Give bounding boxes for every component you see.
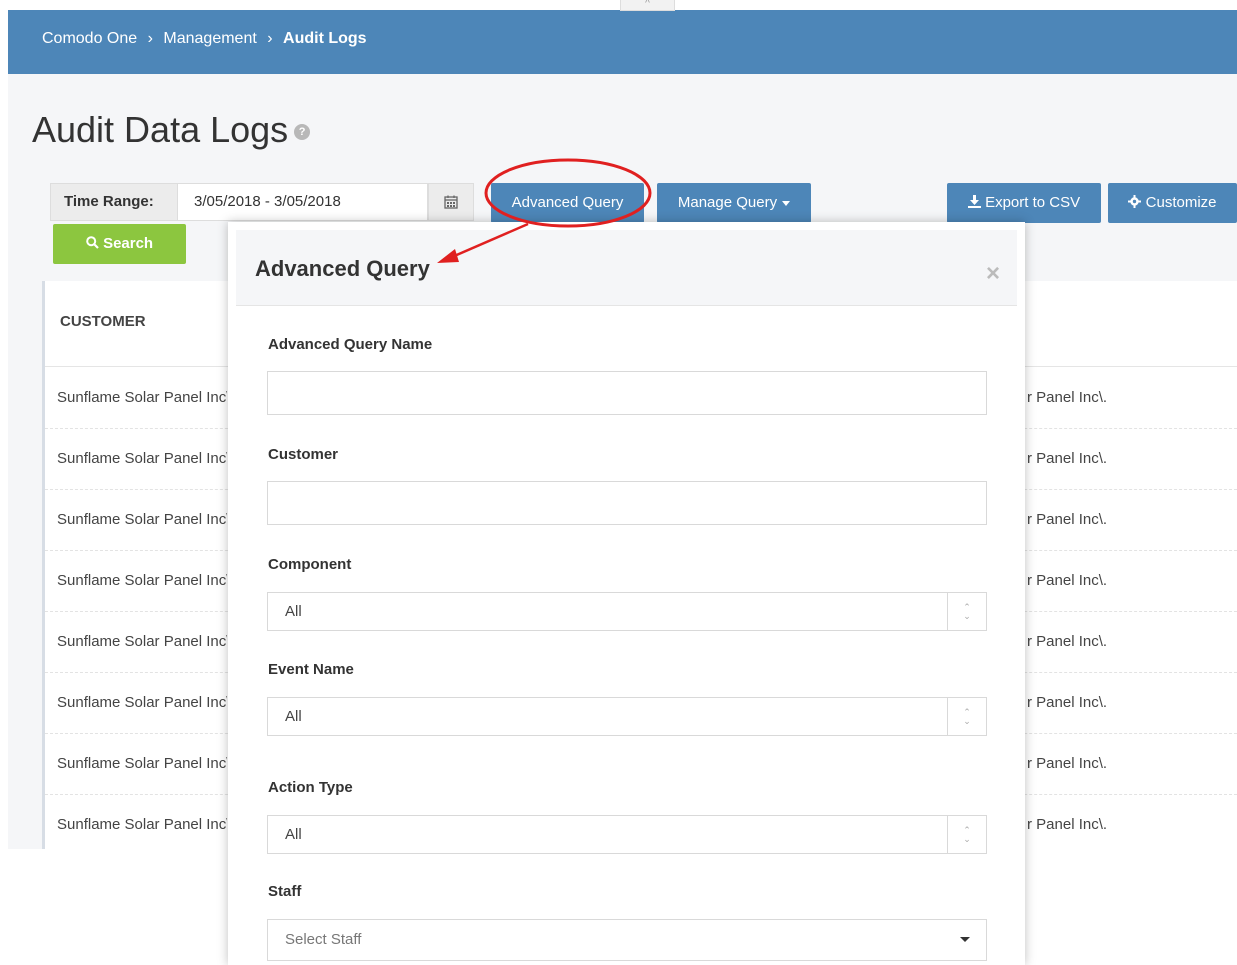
table-row-customer: Sunflame Solar Panel Inc\. <box>57 389 227 406</box>
column-header-customer[interactable]: CUSTOMER <box>60 313 146 330</box>
event-name-select[interactable]: All ⌃ ⌄ <box>267 697 987 736</box>
table-row-cell: r Panel Inc\. <box>1027 572 1108 589</box>
table-row-customer: Sunflame Solar Panel Inc\. <box>57 755 227 772</box>
advanced-query-button[interactable]: Advanced Query <box>491 183 644 223</box>
chevron-down-icon <box>960 937 970 942</box>
event-name-select-value: All <box>285 708 302 725</box>
search-button[interactable]: Search <box>53 224 186 264</box>
page-title: Audit Data Logs? <box>32 108 311 152</box>
table-row-customer: Sunflame Solar Panel Inc\. <box>57 633 227 650</box>
breadcrumb-separator: › <box>147 30 153 47</box>
action-type-select-value: All <box>285 826 302 843</box>
table-row-cell: r Panel Inc\. <box>1027 633 1108 650</box>
table-row-cell: r Panel Inc\. <box>1027 755 1108 772</box>
advanced-query-label: Advanced Query <box>511 194 624 211</box>
table-row-customer: Sunflame Solar Panel Inc\. <box>57 816 227 833</box>
table-row-customer: Sunflame Solar Panel Inc\. <box>57 572 227 589</box>
customize-label: Customize <box>1145 194 1217 211</box>
select-arrows-icon: ⌃ ⌄ <box>947 593 986 630</box>
customize-button[interactable]: Customize <box>1108 183 1237 223</box>
action-type-label: Action Type <box>268 779 353 796</box>
time-range-input[interactable]: 3/05/2018 - 3/05/2018 <box>178 183 428 221</box>
chevron-up-icon: ^ <box>645 0 650 9</box>
table-row-customer: Sunflame Solar Panel Inc\. <box>57 694 227 711</box>
top-header-bar: Comodo One › Management › Audit Logs <box>8 10 1237 74</box>
calendar-icon <box>444 195 458 209</box>
manage-query-label: Manage Query <box>677 194 778 211</box>
action-type-select[interactable]: All ⌃ ⌄ <box>267 815 987 854</box>
manage-query-button[interactable]: Manage Query <box>657 183 811 223</box>
download-icon <box>967 195 981 208</box>
component-select-value: All <box>285 603 302 620</box>
export-csv-label: Export to CSV <box>985 194 1081 211</box>
staff-select[interactable]: Select Staff <box>267 919 987 961</box>
customer-input[interactable] <box>267 481 987 525</box>
staff-label: Staff <box>268 883 302 900</box>
search-label: Search <box>103 235 154 252</box>
component-select[interactable]: All ⌃ ⌄ <box>267 592 987 631</box>
customer-label: Customer <box>268 446 339 463</box>
page-title-text: Audit Data Logs <box>32 109 289 150</box>
gear-icon <box>1128 195 1142 208</box>
component-label: Component <box>268 556 352 573</box>
breadcrumb: Comodo One › Management › Audit Logs <box>42 30 367 48</box>
table-row-cell: r Panel Inc\. <box>1027 511 1108 528</box>
table-row-customer: Sunflame Solar Panel Inc\. <box>57 450 227 467</box>
event-name-label: Event Name <box>268 661 354 678</box>
select-arrows-icon: ⌃ ⌄ <box>947 698 986 735</box>
breadcrumb-management[interactable]: Management <box>163 30 256 47</box>
search-icon <box>86 236 99 249</box>
table-row-cell: r Panel Inc\. <box>1027 816 1108 833</box>
breadcrumb-separator: › <box>267 30 273 47</box>
staff-select-placeholder: Select Staff <box>285 931 362 948</box>
table-row-customer: Sunflame Solar Panel Inc\. <box>57 511 227 528</box>
select-arrows-icon: ⌃ ⌄ <box>947 816 986 853</box>
query-name-label: Advanced Query Name <box>268 336 433 353</box>
calendar-button[interactable] <box>428 183 474 221</box>
help-icon[interactable]: ? <box>294 124 311 141</box>
close-icon[interactable]: × <box>986 260 1000 288</box>
advanced-query-dialog: Advanced Query × Advanced Query Name Cus… <box>228 222 1025 965</box>
dialog-title: Advanced Query <box>255 256 430 281</box>
query-name-input[interactable] <box>267 371 987 415</box>
export-csv-button[interactable]: Export to CSV <box>947 183 1101 223</box>
time-range-label: Time Range: <box>50 183 178 221</box>
table-row-cell: r Panel Inc\. <box>1027 450 1108 467</box>
table-row-cell: r Panel Inc\. <box>1027 694 1108 711</box>
table-row-cell: r Panel Inc\. <box>1027 389 1108 406</box>
caret-down-icon <box>782 200 791 206</box>
collapse-header-toggle[interactable]: ^ <box>620 0 675 11</box>
breadcrumb-comodo-one[interactable]: Comodo One <box>42 30 137 47</box>
dialog-header: Advanced Query × <box>236 230 1017 306</box>
breadcrumb-audit-logs: Audit Logs <box>283 30 367 47</box>
